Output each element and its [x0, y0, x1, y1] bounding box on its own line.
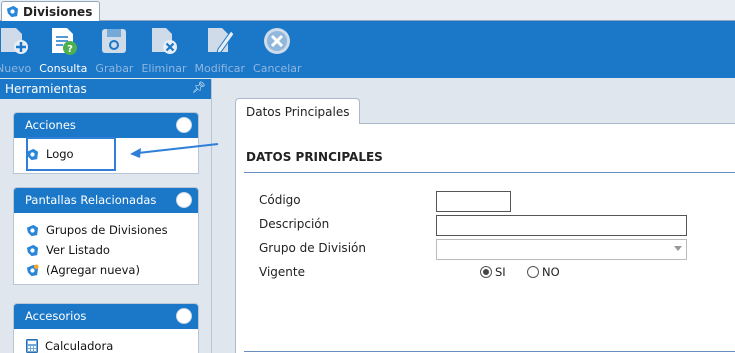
delete-document-icon [148, 25, 180, 57]
collapse-icon[interactable] [176, 308, 192, 324]
toolbar: Nuevo ? Consulta Grabar Eliminar Modific… [0, 21, 735, 78]
collapse-icon[interactable] [176, 192, 192, 208]
codigo-label: Código [259, 193, 301, 207]
group-accesorios-title: Accesorios [25, 309, 87, 323]
pointer-arrow-icon [130, 143, 219, 158]
svg-text:?: ? [67, 44, 73, 55]
tools-panel-header: Herramientas 📌︎ [0, 79, 211, 99]
related-grupos-divisiones[interactable]: Grupos de Divisiones [14, 220, 198, 240]
save-icon [98, 25, 130, 57]
vigente-no-label: NO [542, 265, 560, 279]
descripcion-input[interactable] [436, 215, 687, 236]
related-item-label: Grupos de Divisiones [46, 223, 168, 237]
group-pantallas-header[interactable]: Pantallas Relacionadas [14, 188, 198, 213]
query-document-icon: ? [47, 25, 79, 57]
collapse-icon[interactable] [176, 117, 192, 133]
section-title: DATOS PRINCIPALES [246, 150, 383, 164]
tools-panel: Herramientas 📌︎ Acciones Logo Pantallas … [0, 79, 212, 353]
section-divider [244, 172, 735, 173]
nuevo-label: Nuevo [0, 62, 32, 75]
chevron-down-icon [674, 246, 682, 251]
eliminar-label: Eliminar [141, 62, 187, 75]
cancelar-label: Cancelar [253, 62, 302, 75]
vigente-label: Vigente [259, 265, 305, 279]
cancelar-button[interactable]: Cancelar [253, 21, 302, 78]
tools-panel-title: Herramientas [5, 82, 87, 96]
consulta-button[interactable]: ? Consulta [39, 21, 87, 78]
group-acciones-header[interactable]: Acciones [14, 113, 198, 138]
pin-icon[interactable]: 📌︎ [192, 81, 206, 94]
main-area: Datos Principales DATOS PRINCIPALES Códi… [221, 79, 735, 353]
vigente-si-radio[interactable]: SI [480, 265, 506, 279]
add-new-icon [26, 263, 39, 276]
related-item-label: (Agregar nueva) [46, 263, 140, 277]
logo-highlight-box [26, 137, 116, 171]
grupo-division-label: Grupo de División [259, 241, 366, 255]
group-acciones-title: Acciones [25, 118, 76, 132]
accessory-calculadora[interactable]: Calculadora [14, 336, 198, 353]
app-logo-icon [26, 244, 39, 256]
bottom-divider [244, 351, 735, 352]
app-logo-icon [26, 224, 39, 236]
app-logo-icon [6, 5, 19, 18]
grabar-button[interactable]: Grabar [95, 21, 133, 78]
window-tab-divisiones[interactable]: Divisiones [1, 1, 101, 21]
tab-datos-principales[interactable]: Datos Principales [235, 98, 361, 124]
window-tab-label: Divisiones [23, 4, 93, 19]
group-accesorios: Accesorios Calculadora [13, 303, 199, 353]
related-item-label: Ver Listado [46, 243, 110, 257]
consulta-label: Consulta [39, 62, 88, 75]
related-ver-listado[interactable]: Ver Listado [14, 240, 198, 260]
group-pantallas-title: Pantallas Relacionadas [25, 193, 157, 207]
modificar-label: Modificar [194, 62, 246, 75]
radio-unselected-icon [527, 266, 539, 278]
accessory-item-label: Calculadora [45, 339, 114, 353]
group-pantallas-relacionadas: Pantallas Relacionadas Grupos de Divisio… [13, 187, 199, 285]
vigente-si-label: SI [495, 265, 506, 279]
descripcion-label: Descripción [259, 217, 330, 231]
tab-datos-principales-label: Datos Principales [246, 104, 350, 119]
eliminar-button[interactable]: Eliminar [141, 21, 187, 78]
edit-document-icon [204, 25, 236, 57]
codigo-input[interactable] [436, 191, 511, 212]
radio-selected-icon [480, 266, 492, 278]
cancel-icon [261, 25, 293, 57]
modificar-button[interactable]: Modificar [194, 21, 246, 78]
related-agregar-nueva[interactable]: (Agregar nueva) [14, 260, 198, 280]
grabar-label: Grabar [95, 62, 134, 75]
vigente-no-radio[interactable]: NO [527, 265, 560, 279]
window-tab-bar: Divisiones [0, 0, 735, 21]
group-accesorios-header[interactable]: Accesorios [14, 304, 198, 329]
new-document-icon [0, 25, 30, 57]
calculator-icon [26, 339, 38, 353]
form-panel: DATOS PRINCIPALES Código Descripción Gru… [235, 123, 735, 353]
grupo-division-select[interactable] [436, 239, 687, 260]
nuevo-button[interactable]: Nuevo [0, 21, 31, 78]
